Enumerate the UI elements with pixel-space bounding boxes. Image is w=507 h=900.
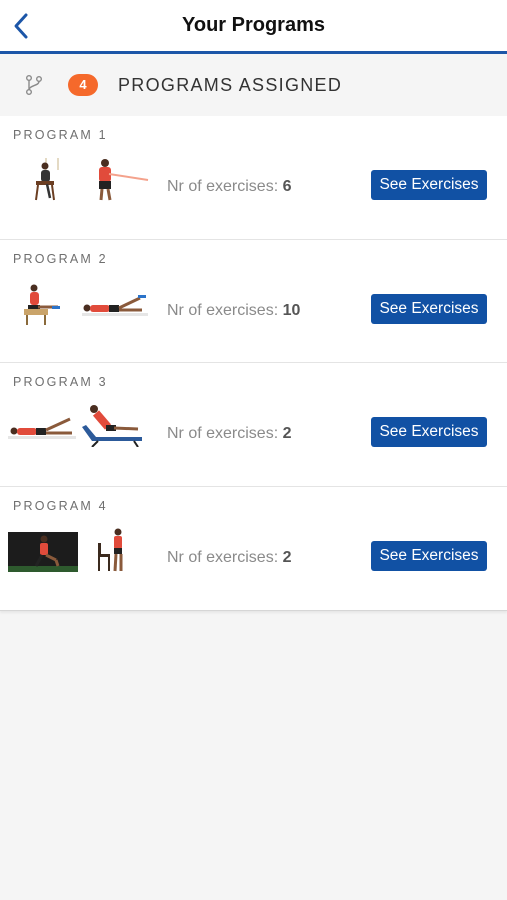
program-title: PROGRAM 4: [13, 498, 108, 513]
program-card: PROGRAM 2 Nr of exercises: 10 See Exerci…: [0, 240, 507, 363]
program-card: PROGRAM 3 Nr of exercises: 2 See Exercis…: [0, 363, 507, 487]
see-exercises-button[interactable]: See Exercises: [371, 293, 487, 324]
app: Your Programs 4 PROGRAMS ASSIGNED PROGRA…: [0, 0, 507, 900]
program-list: PROGRAM 1 Nr of exercises: 6 See Exercis…: [0, 116, 507, 611]
exercise-thumbnails: [8, 280, 158, 328]
program-title: PROGRAM 3: [13, 375, 108, 389]
exercise-thumbnail: [8, 531, 78, 572]
exercise-thumbnail: [35, 158, 59, 201]
exercise-thumbnails: [8, 156, 158, 204]
exercise-count: Nr of exercises: 10: [167, 301, 301, 319]
page-title: Your Programs: [182, 14, 325, 36]
program-card: PROGRAM 1 Nr of exercises: 6 See Exercis…: [0, 116, 507, 240]
nav-header: Your Programs: [0, 0, 507, 54]
exercise-count: Nr of exercises: 2: [167, 548, 292, 566]
branch-icon: [26, 75, 42, 95]
program-title: PROGRAM 1: [13, 128, 108, 142]
exercise-thumbnail: [8, 417, 76, 439]
see-exercises-button[interactable]: See Exercises: [371, 170, 487, 200]
exercise-thumbnail: [24, 284, 60, 325]
exercise-count: Nr of exercises: 2: [167, 425, 292, 442]
program-card: PROGRAM 4 Nr of exercises: 2 See Exercis…: [0, 487, 507, 611]
exercise-count: Nr of exercises: 6: [167, 178, 292, 195]
exercise-thumbnail: [99, 159, 149, 201]
programs-assigned-label: PROGRAMS ASSIGNED: [118, 75, 343, 95]
exercise-thumbnail: [82, 405, 142, 447]
exercise-thumbnails: [8, 527, 158, 575]
see-exercises-button[interactable]: See Exercises: [371, 417, 487, 447]
exercise-thumbnail: [82, 294, 148, 316]
see-exercises-button[interactable]: See Exercises: [371, 540, 487, 571]
exercise-thumbnail: [98, 528, 123, 571]
exercise-thumbnails: [8, 403, 158, 451]
programs-summary: 4 PROGRAMS ASSIGNED: [0, 54, 507, 116]
program-count-badge: 4: [68, 74, 98, 96]
program-title: PROGRAM 2: [13, 251, 108, 266]
